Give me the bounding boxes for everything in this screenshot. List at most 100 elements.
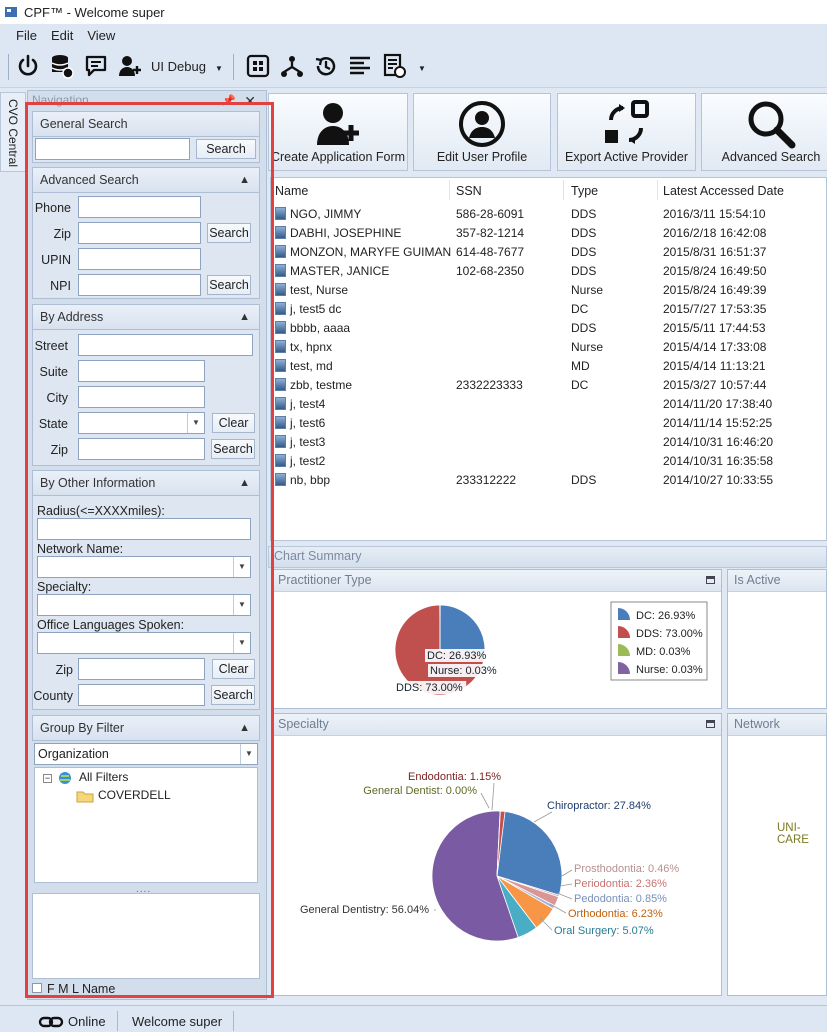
npi-search-button[interactable]: Search: [207, 275, 251, 295]
pin-icon[interactable]: 📌: [222, 94, 236, 107]
tree-collapse-icon[interactable]: −: [43, 774, 52, 783]
county-search-button[interactable]: Search: [211, 685, 255, 705]
align-left-icon[interactable]: [346, 51, 374, 81]
fml-checkbox[interactable]: [32, 983, 42, 993]
county-field[interactable]: [78, 684, 205, 706]
by-other-info-header[interactable]: By Other Information ▲: [32, 470, 260, 496]
column-header-type[interactable]: Type: [571, 184, 598, 198]
table-row[interactable]: j, test6 2014/11/14 15:52:25: [271, 413, 826, 432]
table-row[interactable]: tx, hpnx Nurse 2015/4/14 17:33:08: [271, 337, 826, 356]
title-bar: CPF™ - Welcome super: [0, 0, 827, 24]
table-row[interactable]: test, Nurse Nurse 2015/8/24 16:49:39: [271, 280, 826, 299]
table-row[interactable]: test, md MD 2015/4/14 11:13:21: [271, 356, 826, 375]
chevron-down-icon[interactable]: ▼: [233, 557, 250, 577]
suite-field[interactable]: [78, 360, 205, 382]
advanced-search-header[interactable]: Advanced Search ▲: [32, 167, 260, 193]
history-icon[interactable]: [312, 51, 340, 81]
user-profile-icon: [459, 101, 505, 147]
zip-field[interactable]: [78, 222, 201, 244]
navigation-title: Navigation 📌 ✕: [32, 93, 264, 109]
collapse-icon[interactable]: ▲: [239, 716, 250, 740]
provider-photo-icon: [275, 378, 286, 391]
table-row[interactable]: j, test3 2014/10/31 16:46:20: [271, 432, 826, 451]
ui-debug-label[interactable]: UI Debug: [151, 59, 206, 74]
radius-field[interactable]: [37, 518, 251, 540]
column-divider[interactable]: [657, 180, 658, 200]
chat-icon[interactable]: [82, 51, 110, 81]
table-row[interactable]: MASTER, JANICE 102-68-2350 DDS 2015/8/24 16…: [271, 261, 826, 280]
address-zip-field[interactable]: [78, 438, 205, 460]
add-user-toolbar-icon[interactable]: [116, 51, 144, 81]
cell-type: DDS: [571, 321, 597, 335]
cvo-central-tab[interactable]: CVO Central: [0, 92, 26, 172]
by-address-header[interactable]: By Address ▲: [32, 304, 260, 330]
group-by-select[interactable]: Organization ▼: [34, 743, 258, 765]
menu-edit[interactable]: Edit: [51, 28, 73, 43]
hierarchy-icon[interactable]: [278, 51, 306, 81]
column-header-date[interactable]: Latest Accessed Date: [663, 184, 784, 198]
tree-child-label[interactable]: COVERDELL: [98, 788, 171, 802]
table-row[interactable]: j, test5 dc DC 2015/7/27 17:53:35: [271, 299, 826, 318]
menu-file[interactable]: File: [16, 28, 37, 43]
column-header-ssn[interactable]: SSN: [456, 184, 482, 198]
phone-field[interactable]: [78, 196, 201, 218]
folder-icon: [76, 791, 94, 803]
table-row[interactable]: NGO, JIMMY 586-28-6091 DDS 2016/3/11 15:54:…: [271, 204, 826, 223]
address-clear-button[interactable]: Clear: [212, 413, 255, 433]
document-clock-icon[interactable]: [380, 51, 408, 81]
table-row[interactable]: zbb, testme 2332223333 DC 2015/3/27 10:57:4…: [271, 375, 826, 394]
tree-root-label[interactable]: All Filters: [79, 770, 128, 784]
network-name-select[interactable]: ▼: [37, 556, 251, 578]
group-by-header[interactable]: Group By Filter ▲: [32, 715, 260, 741]
power-icon[interactable]: [14, 51, 42, 81]
chevron-down-icon[interactable]: ▼: [233, 633, 250, 653]
grid-icon[interactable]: [244, 51, 272, 81]
ui-debug-dropdown[interactable]: ▼: [215, 64, 223, 73]
street-field[interactable]: [78, 334, 253, 356]
table-row[interactable]: DABHI, JOSEPHINE 357-82-1214 DDS 2016/2/18 …: [271, 223, 826, 242]
create-application-form-button[interactable]: Create Application Form: [268, 93, 408, 171]
minimize-icon[interactable]: [706, 720, 715, 728]
chevron-down-icon[interactable]: ▼: [187, 413, 204, 433]
create-application-form-label: Create Application Form: [270, 150, 406, 164]
specialty-select[interactable]: ▼: [37, 594, 251, 616]
upin-field[interactable]: [78, 248, 201, 270]
chevron-down-icon[interactable]: ▼: [233, 595, 250, 615]
chevron-down-icon[interactable]: ▼: [240, 744, 257, 764]
export-active-provider-button[interactable]: Export Active Provider: [557, 93, 696, 171]
address-search-button[interactable]: Search: [211, 439, 255, 459]
other-clear-button[interactable]: Clear: [212, 659, 255, 679]
menu-view[interactable]: View: [87, 28, 115, 43]
other-zip-field[interactable]: [78, 658, 205, 680]
column-header-name[interactable]: Name: [275, 184, 308, 198]
toolbar-overflow-icon[interactable]: ▼: [418, 64, 426, 73]
practitioner-slice-dc[interactable]: [439, 604, 486, 656]
column-divider[interactable]: [563, 180, 564, 200]
database-settings-icon[interactable]: [48, 51, 76, 81]
general-search-header[interactable]: General Search: [32, 111, 260, 137]
table-row[interactable]: bbbb, aaaa DDS 2015/5/11 17:44:53: [271, 318, 826, 337]
table-row[interactable]: MONZON, MARYFE GUIMAN 614-48-7677 DDS 2015/…: [271, 242, 826, 261]
advanced-search-title: Advanced Search: [40, 173, 139, 187]
table-row[interactable]: j, test4 2014/11/20 17:38:40: [271, 394, 826, 413]
collapse-icon[interactable]: ▲: [239, 305, 250, 329]
languages-select[interactable]: ▼: [37, 632, 251, 654]
general-search-input[interactable]: [35, 138, 190, 160]
general-search-button[interactable]: Search: [196, 139, 256, 159]
column-divider[interactable]: [449, 180, 450, 200]
collapse-icon[interactable]: ▲: [239, 471, 250, 495]
npi-field[interactable]: [78, 274, 201, 296]
edit-user-profile-button[interactable]: Edit User Profile: [413, 93, 551, 171]
close-icon[interactable]: ✕: [244, 93, 256, 110]
leader-line: [480, 792, 490, 809]
provider-photo-icon: [275, 264, 286, 277]
collapse-icon[interactable]: ▲: [239, 168, 250, 192]
city-field[interactable]: [78, 386, 205, 408]
zip-search-button[interactable]: Search: [207, 223, 251, 243]
minimize-icon[interactable]: [706, 576, 715, 584]
slice-label: General Dentist: 0.00%: [363, 785, 477, 797]
table-row[interactable]: j, test2 2014/10/31 16:35:58: [271, 451, 826, 470]
state-select[interactable]: ▼: [78, 412, 205, 434]
table-row[interactable]: nb, bbp 233312222 DDS 2014/10/27 10:33:55: [271, 470, 826, 489]
advanced-search-button[interactable]: Advanced Search: [701, 93, 827, 171]
